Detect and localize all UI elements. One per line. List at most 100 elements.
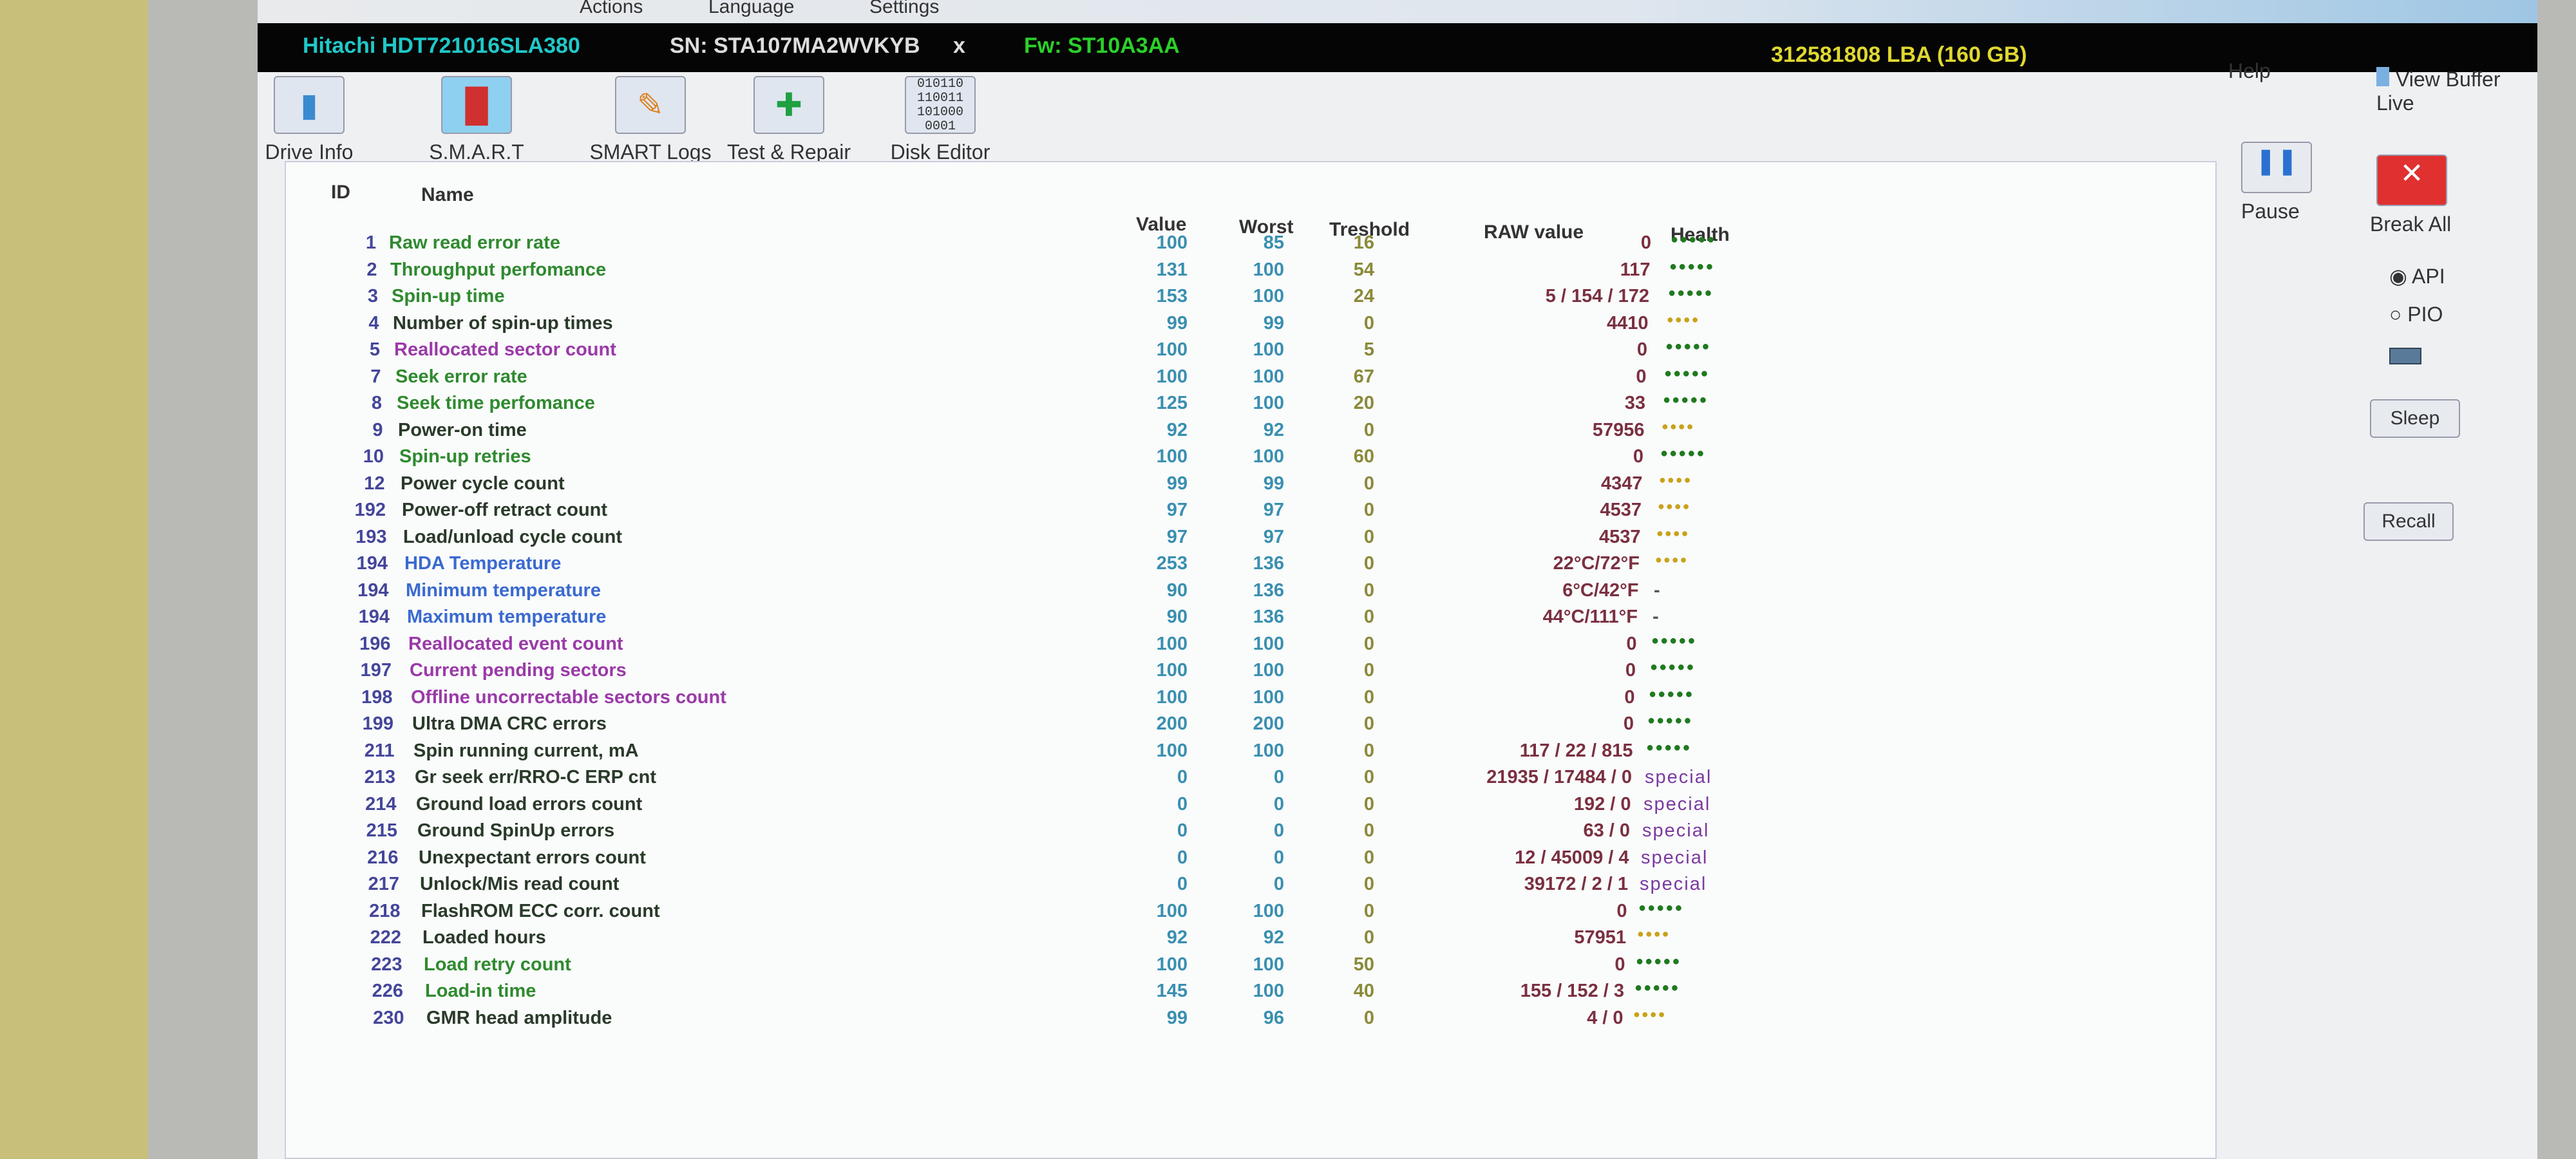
attribute-value: 92 <box>1166 419 1188 440</box>
toolbar-drive-info[interactable]: ▮ Drive Info <box>258 72 361 164</box>
table-row[interactable]: 230 GMR head amplitude 99 96 0 4 / 0 ●●●● <box>286 1005 2025 1031</box>
table-row[interactable]: 216 Unexpectant errors count 0 0 0 12 / 45009… <box>286 845 2025 871</box>
table-row[interactable]: 196 Reallocated event count 100 100 0 0 ●●●●● <box>286 631 2025 657</box>
table-row[interactable]: 2 Throughput perfomance 131 100 54 117 ●●●●● <box>286 257 2025 283</box>
table-row[interactable]: 197 Current pending sectors 100 100 0 0 ●●●●● <box>286 657 2025 683</box>
menu-settings[interactable]: Settings <box>869 0 939 18</box>
break-all-button[interactable]: ✕ <box>2376 155 2447 206</box>
attribute-worst: 100 <box>1253 393 1284 413</box>
attribute-name: Load/unload cycle count <box>403 526 622 547</box>
attribute-value: 99 <box>1166 473 1188 494</box>
close-drive-button[interactable]: x <box>953 33 965 59</box>
toolbar-smart-logs[interactable]: ✎ SMART Logs <box>580 72 721 164</box>
health-special: special <box>1643 793 1711 815</box>
attribute-worst: 100 <box>1253 740 1284 761</box>
attribute-raw: 44°C/111°F <box>1542 607 1638 627</box>
health-warning-icon: ●●●● <box>1656 526 1690 540</box>
attribute-threshold: 54 <box>1353 259 1374 280</box>
table-row[interactable]: 5 Reallocated sector count 100 100 5 0 ●●●●● <box>286 337 2025 363</box>
attribute-raw: 63 / 0 <box>1583 820 1630 841</box>
attribute-threshold: 0 <box>1363 1007 1374 1028</box>
table-row[interactable]: 12 Power cycle count 99 99 0 4347 ●●●● <box>286 471 2025 496</box>
table-row[interactable]: 226 Load-in time 145 100 40 155 / 152 / 3 ●●●●… <box>286 978 2025 1004</box>
menu-actions[interactable]: Actions <box>580 0 643 18</box>
attribute-raw: 4 / 0 <box>1587 1007 1624 1028</box>
table-row[interactable]: 194 Minimum temperature 90 136 0 6°C/42°F - <box>286 578 2025 603</box>
recall-button[interactable]: Recall <box>2363 502 2454 541</box>
table-row[interactable]: 223 Load retry count 100 100 50 0 ●●●●● <box>286 952 2025 977</box>
health-warning-icon: ●●●● <box>1633 1007 1667 1021</box>
table-row[interactable]: 7 Seek error rate 100 100 67 0 ●●●●● <box>286 364 2025 390</box>
attribute-value: 100 <box>1156 633 1188 654</box>
sleep-button[interactable]: Sleep <box>2370 399 2460 438</box>
attribute-name: Throughput perfomance <box>390 259 607 280</box>
table-row[interactable]: 194 HDA Temperature 253 136 0 22°C/72°F ●●●● <box>286 551 2025 576</box>
side-panel: ❚❚ Pause ✕ Break All ◉ API ○ PIO Sleep R… <box>2241 142 2518 1159</box>
table-row[interactable]: 194 Maximum temperature 90 136 0 44°C/111°F - <box>286 604 2025 630</box>
attribute-threshold: 0 <box>1363 660 1374 681</box>
table-row[interactable]: 3 Spin-up time 153 100 24 5 / 154 / 172 ●●●●● <box>286 283 2025 309</box>
attribute-worst: 136 <box>1253 580 1284 601</box>
attribute-raw: 4410 <box>1606 312 1649 334</box>
table-row[interactable]: 9 Power-on time 92 92 0 57956 ●●●● <box>286 417 2025 443</box>
table-row[interactable]: 222 Loaded hours 92 92 0 57951 ●●●● <box>286 925 2025 950</box>
attribute-id: 9 <box>372 419 383 440</box>
col-id[interactable]: ID <box>331 182 350 203</box>
table-row[interactable]: 199 Ultra DMA CRC errors 200 200 0 0 ●●●●● <box>286 711 2025 737</box>
attribute-value: 200 <box>1156 713 1188 734</box>
attribute-raw: 0 <box>1636 339 1647 360</box>
toolbar-test-repair[interactable]: ✚ Test & Repair <box>718 72 860 164</box>
table-row[interactable]: 10 Spin-up retries 100 100 60 0 ●●●●● <box>286 444 2025 469</box>
attribute-worst: 100 <box>1253 633 1284 654</box>
attribute-raw: 4347 <box>1600 473 1643 494</box>
radio-api[interactable]: ◉ API <box>2389 264 2445 288</box>
attribute-threshold: 0 <box>1363 312 1374 334</box>
attribute-threshold: 16 <box>1353 232 1374 253</box>
radio-pio[interactable]: ○ PIO <box>2389 303 2443 326</box>
health-good-icon: ●●●●● <box>1664 366 1710 381</box>
toolbar-disk-editor[interactable]: 010110 110011 101000 0001 Disk Editor <box>876 72 1005 164</box>
attribute-worst: 100 <box>1253 286 1284 306</box>
api-label: API <box>2412 265 2445 288</box>
attribute-name: HDA Temperature <box>404 553 562 574</box>
col-name[interactable]: Name <box>421 184 474 206</box>
table-row[interactable]: 211 Spin running current, mA 100 100 0 117 / … <box>286 738 2025 764</box>
attribute-value: 131 <box>1156 259 1188 280</box>
menu-language[interactable]: Language <box>708 0 794 18</box>
attribute-value: 100 <box>1156 366 1188 387</box>
attribute-name: Gr seek err/RRO-C ERP cnt <box>415 767 656 787</box>
attribute-worst: 200 <box>1253 713 1284 734</box>
attribute-name: GMR head amplitude <box>426 1007 612 1028</box>
table-row[interactable]: 8 Seek time perfomance 125 100 20 33 ●●●●● <box>286 390 2025 416</box>
close-x-icon: ✕ <box>2400 158 2424 189</box>
attribute-id: 211 <box>364 740 395 761</box>
table-row[interactable]: 217 Unlock/Mis read count 0 0 0 39172 / 2 / 1… <box>286 871 2025 897</box>
attribute-name: Spin-up time <box>392 286 505 306</box>
toolbar-smart[interactable]: ▐▌ S.M.A.R.T <box>425 72 528 164</box>
attribute-id: 194 <box>358 607 390 627</box>
table-row[interactable]: 193 Load/unload cycle count 97 97 0 4537 ●●●● <box>286 524 2025 550</box>
table-row[interactable]: 214 Ground load errors count 0 0 0 192 / 0 spe… <box>286 791 2025 817</box>
attribute-value: 125 <box>1156 393 1188 413</box>
attribute-threshold: 0 <box>1363 740 1374 761</box>
attribute-name: Power-off retract count <box>402 500 608 520</box>
attribute-worst: 96 <box>1263 1007 1284 1028</box>
table-row[interactable]: 192 Power-off retract count 97 97 0 4537 ●●●● <box>286 497 2025 523</box>
attribute-threshold: 60 <box>1353 446 1374 467</box>
table-row[interactable]: 215 Ground SpinUp errors 0 0 0 63 / 0 special <box>286 818 2025 843</box>
table-row[interactable]: 198 Offline uncorrectable sectors count 10… <box>286 684 2025 710</box>
attribute-name: Ground SpinUp errors <box>417 820 615 841</box>
attribute-value: 0 <box>1177 820 1188 841</box>
pause-button[interactable]: ❚❚ <box>2241 142 2312 193</box>
health-good-icon: ●●●●● <box>1638 900 1684 915</box>
table-row[interactable]: 218 FlashROM ECC corr. count 100 100 0 0 ●●●●● <box>286 898 2025 924</box>
attribute-name: Number of spin-up times <box>393 312 613 334</box>
attribute-threshold: 0 <box>1363 580 1374 601</box>
attribute-worst: 97 <box>1263 526 1284 547</box>
attribute-name: Power-on time <box>398 419 527 440</box>
table-row[interactable]: 1 Raw read error rate 100 85 16 0 ●●●●● <box>286 230 2025 256</box>
table-row[interactable]: 213 Gr seek err/RRO-C ERP cnt 0 0 0 21935 / 1… <box>286 764 2025 790</box>
table-row[interactable]: 4 Number of spin-up times 99 99 0 4410 ●●●● <box>286 310 2025 336</box>
attribute-name: Load-in time <box>425 981 536 1001</box>
attribute-threshold: 24 <box>1353 286 1374 306</box>
